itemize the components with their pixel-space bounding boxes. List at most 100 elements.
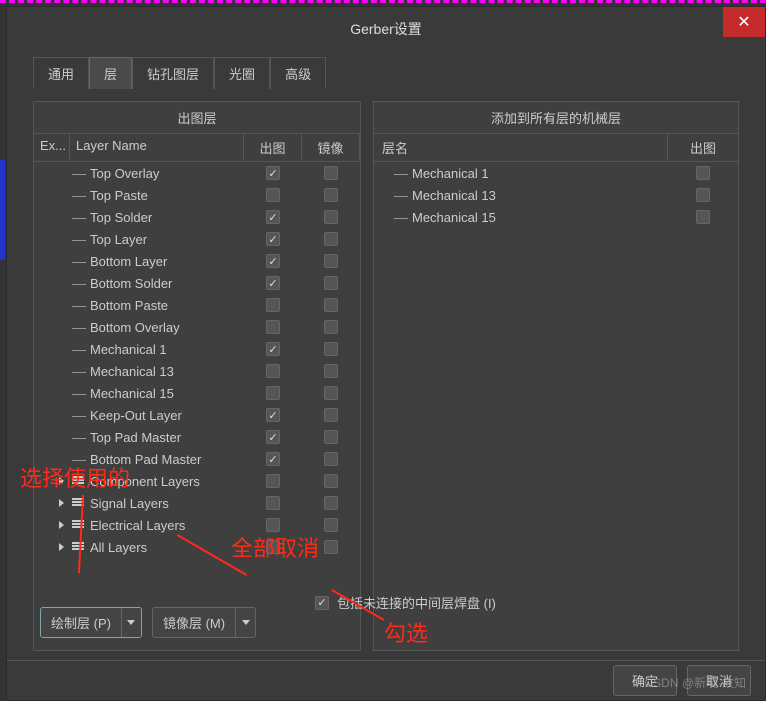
tab-4[interactable]: 高级 [270,57,326,89]
mech-row[interactable]: —Mechanical 15 [374,206,738,228]
mirror-checkbox[interactable] [324,232,338,246]
mirror-checkbox[interactable] [324,474,338,488]
plot-checkbox[interactable] [266,232,280,246]
layer-row[interactable]: —Mechanical 15 [34,382,360,404]
layer-row[interactable]: —Mechanical 1 [34,338,360,360]
mirror-checkbox[interactable] [324,276,338,290]
layer-name: Bottom Paste [90,298,168,313]
plot-layers-panel: 出图层 Ex... Layer Name 出图 镜像 —Top Overlay—… [33,101,361,651]
col-ex[interactable]: Ex... [34,134,70,161]
tab-strip: 通用层钻孔图层光圈高级 [7,51,765,89]
mirror-checkbox[interactable] [324,364,338,378]
mirror-checkbox[interactable] [324,210,338,224]
layer-row[interactable]: —Top Layer [34,228,360,250]
col-name[interactable]: Layer Name [70,134,244,161]
gerber-dialog: Gerber设置 ✕ 通用层钻孔图层光圈高级 出图层 Ex... Layer N… [6,6,766,701]
mechanical-layers-panel: 添加到所有层的机械层 层名 出图 —Mechanical 1—Mechanica… [373,101,739,651]
mirror-layer-button[interactable]: 镜像层 (M) [152,607,256,638]
plot-checkbox[interactable] [266,408,280,422]
mirror-checkbox[interactable] [324,518,338,532]
layer-row[interactable]: —Bottom Overlay [34,316,360,338]
layer-row[interactable]: —Keep-Out Layer [34,404,360,426]
plot-checkbox[interactable] [266,430,280,444]
mech-row[interactable]: —Mechanical 13 [374,184,738,206]
draw-layer-button[interactable]: 绘制层 (P) [40,607,142,638]
rcol-plot[interactable]: 出图 [668,134,738,161]
plot-checkbox[interactable] [266,386,280,400]
plot-checkbox[interactable] [266,496,280,510]
layer-name: Electrical Layers [90,518,185,533]
plot-checkbox[interactable] [266,342,280,356]
mirror-checkbox[interactable] [324,452,338,466]
layer-row[interactable]: Signal Layers [34,492,360,514]
draw-layer-caret[interactable] [121,608,141,637]
mirror-checkbox[interactable] [324,342,338,356]
dialog-title: Gerber设置 [350,19,422,39]
mirror-checkbox[interactable] [324,408,338,422]
layer-name: Keep-Out Layer [90,408,182,423]
plot-checkbox[interactable] [266,364,280,378]
mirror-checkbox[interactable] [324,254,338,268]
mech-row[interactable]: —Mechanical 1 [374,162,738,184]
layer-row[interactable]: —Bottom Layer [34,250,360,272]
plot-checkbox[interactable] [266,166,280,180]
mech-plot-checkbox[interactable] [696,210,710,224]
mirror-checkbox[interactable] [324,320,338,334]
layer-row[interactable]: All Layers [34,536,360,558]
layer-name: Top Overlay [90,166,159,181]
layer-name: Bottom Pad Master [90,452,201,467]
tab-2[interactable]: 钻孔图层 [132,57,214,89]
layer-name: Bottom Layer [90,254,167,269]
plot-checkbox[interactable] [266,254,280,268]
plot-checkbox[interactable] [266,298,280,312]
layer-row[interactable]: —Bottom Pad Master [34,448,360,470]
layer-name: Top Pad Master [90,430,181,445]
plot-checkbox[interactable] [266,320,280,334]
tab-0[interactable]: 通用 [33,57,89,89]
layer-name: Mechanical 15 [90,386,174,401]
watermark: CSDN @新晓·故知 [644,674,746,691]
mirror-checkbox[interactable] [324,298,338,312]
layer-row[interactable]: —Bottom Paste [34,294,360,316]
plot-checkbox[interactable] [266,474,280,488]
mirror-checkbox[interactable] [324,430,338,444]
mirror-checkbox[interactable] [324,496,338,510]
col-mirror[interactable]: 镜像 [302,134,360,161]
left-grid-body: —Top Overlay—Top Paste—Top Solder—Top La… [34,162,360,558]
mirror-checkbox[interactable] [324,166,338,180]
include-unconnected: 包括未连接的中间层焊盘 (I) [315,593,496,612]
layer-row[interactable]: —Top Solder [34,206,360,228]
layer-name: All Layers [90,540,147,555]
layer-row[interactable]: —Bottom Solder [34,272,360,294]
plot-checkbox[interactable] [266,276,280,290]
plot-checkbox[interactable] [266,452,280,466]
plot-checkbox[interactable] [266,188,280,202]
layer-name: Bottom Solder [90,276,172,291]
layer-row[interactable]: —Top Pad Master [34,426,360,448]
right-panel-title: 添加到所有层的机械层 [374,102,738,134]
plot-checkbox[interactable] [266,518,280,532]
tab-1[interactable]: 层 [89,57,132,89]
mirror-checkbox[interactable] [324,540,338,554]
right-grid-body: —Mechanical 1—Mechanical 13—Mechanical 1… [374,162,738,228]
titlebar: Gerber设置 ✕ [7,7,765,51]
plot-checkbox[interactable] [266,210,280,224]
close-button[interactable]: ✕ [723,7,765,37]
tab-3[interactable]: 光圈 [214,57,270,89]
layer-row[interactable]: Component Layers [34,470,360,492]
layer-row[interactable]: —Mechanical 13 [34,360,360,382]
layer-row[interactable]: —Top Overlay [34,162,360,184]
rcol-name[interactable]: 层名 [374,134,668,161]
mech-plot-checkbox[interactable] [696,166,710,180]
layer-row[interactable]: Electrical Layers [34,514,360,536]
col-plot[interactable]: 出图 [244,134,302,161]
layer-name: Top Solder [90,210,152,225]
mirror-checkbox[interactable] [324,386,338,400]
include-unconnected-checkbox[interactable] [315,596,329,610]
layer-row[interactable]: —Top Paste [34,184,360,206]
plot-checkbox[interactable] [266,540,280,554]
mirror-checkbox[interactable] [324,188,338,202]
mech-name: Mechanical 15 [412,210,496,225]
mech-plot-checkbox[interactable] [696,188,710,202]
mirror-layer-caret[interactable] [235,608,255,637]
